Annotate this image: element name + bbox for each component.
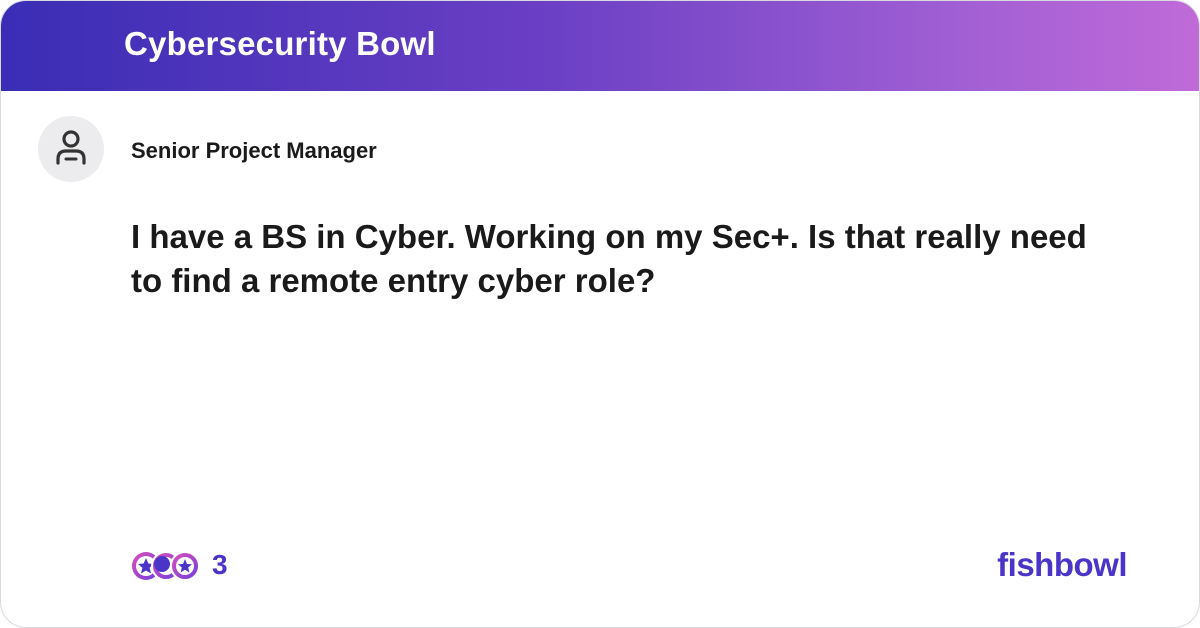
fishbowl-logo[interactable]: fishbowl	[997, 546, 1127, 584]
bowl-header: Cybersecurity Bowl	[1, 1, 1199, 91]
avatar	[38, 116, 104, 182]
star-reaction-icon	[170, 551, 200, 581]
bowl-title[interactable]: Cybersecurity Bowl	[124, 25, 436, 63]
post-text: I have a BS in Cyber. Working on my Sec+…	[131, 218, 1087, 299]
reaction-count: 3	[212, 549, 228, 580]
post-card: Cybersecurity Bowl Senior Project Manage…	[0, 0, 1200, 628]
reaction-icons[interactable]	[131, 549, 201, 583]
user-icon	[56, 130, 86, 165]
author-title: Senior Project Manager	[131, 138, 377, 163]
